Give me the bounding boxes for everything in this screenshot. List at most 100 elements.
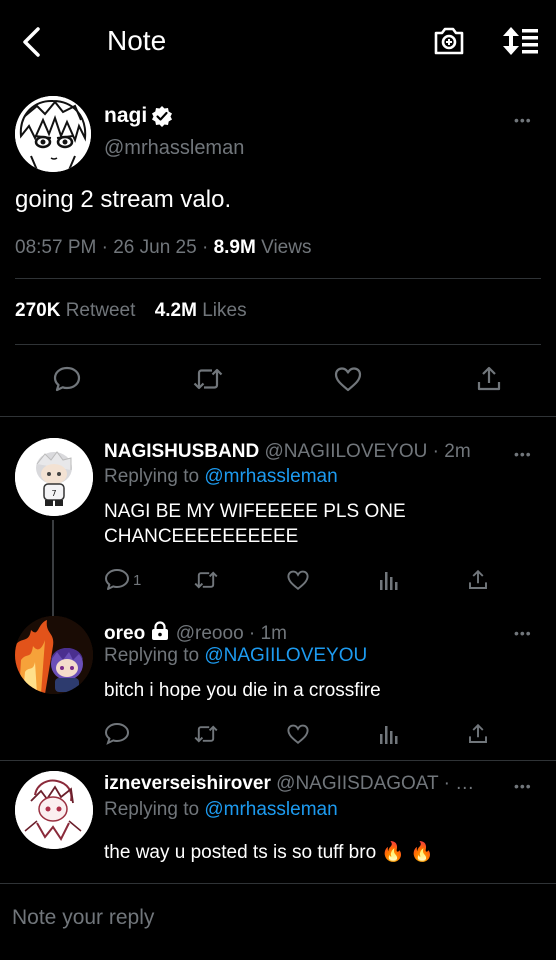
heart-icon (287, 570, 309, 591)
share-icon (469, 569, 487, 589)
retweet-icon (194, 571, 218, 589)
tweet-meta: 08:57 PM · 26 Jun 25 · 8.9M Views (15, 237, 311, 259)
tweet-stats: 270K Retweet 4.2M Likes (15, 300, 247, 322)
replying-to-handle[interactable]: @mrhassleman (204, 466, 337, 487)
divider (15, 344, 541, 345)
plush-avatar-icon: 7 (15, 438, 93, 516)
meta-separator: · (201, 237, 214, 258)
replying-to: Replying to @NAGIILOVEYOU (104, 645, 367, 667)
reply-text: bitch i hope you die in a crossfire (104, 680, 381, 701)
views-count: 8.9M (213, 237, 256, 258)
likes-stat[interactable]: 4.2M Likes (155, 300, 247, 321)
views-button[interactable] (378, 722, 400, 746)
more-options-icon[interactable]: ••• (514, 446, 532, 462)
svg-text:7: 7 (51, 489, 56, 498)
share-button[interactable] (474, 364, 504, 394)
avatar[interactable] (15, 616, 93, 694)
sort-button[interactable] (500, 25, 540, 57)
thread-line (52, 520, 54, 616)
views-button[interactable] (378, 568, 400, 592)
retweet-icon (193, 368, 223, 390)
reply-author-handle[interactable]: @NAGIISDAGOAT (276, 773, 438, 794)
reply-text: NAGI BE MY WIFEEEEE PLS ONE CHANCEEEEEEE… (104, 501, 406, 547)
reply-time: · 1m (248, 623, 287, 644)
reply-header: oreo @reooo · 1m (104, 621, 287, 645)
share-icon (469, 723, 487, 743)
reply-author-handle[interactable]: @NAGIILOVEYOU (264, 441, 427, 462)
reply-text: the way u posted ts is so tuff bro 🔥 🔥 (104, 842, 435, 863)
replying-to-handle[interactable]: @NAGIILOVEYOU (204, 645, 367, 666)
views-label: Views (261, 237, 312, 258)
reply-author-name[interactable]: izneverseishirover (104, 773, 271, 794)
lock-icon (152, 621, 169, 640)
analytics-icon (380, 572, 398, 590)
tweet-date: 26 Jun 25 (113, 237, 197, 258)
verified-badge-icon (152, 106, 173, 127)
retweets-stat[interactable]: 270K Retweet (15, 300, 135, 321)
reply-author-name[interactable]: NAGISHUSBAND (104, 441, 259, 462)
replying-to-label: Replying to (104, 799, 200, 820)
comment-icon (53, 366, 81, 392)
retweet-button[interactable] (191, 568, 221, 592)
reply-header: NAGISHUSBAND @NAGIILOVEYOU · 2m (104, 441, 471, 463)
retweet-button[interactable] (191, 364, 225, 394)
back-button[interactable] (20, 26, 44, 58)
reply-header: izneverseishirover @NAGIISDAGOAT · … (104, 773, 474, 795)
tweet-time: 08:57 PM (15, 237, 97, 258)
chevron-left-icon (23, 27, 40, 57)
likes-label: Likes (202, 300, 247, 321)
avatar[interactable] (15, 771, 93, 849)
more-options-icon[interactable]: ••• (514, 778, 532, 794)
camera-button[interactable] (432, 25, 466, 57)
divider (0, 416, 556, 417)
author-name[interactable]: nagi (104, 104, 173, 128)
like-button[interactable] (285, 722, 311, 746)
anime-avatar-icon (15, 96, 91, 172)
retweets-count: 270K (15, 300, 61, 321)
replying-to: Replying to @mrhassleman (104, 799, 338, 821)
page-title: Note (107, 25, 167, 56)
reply-author-name[interactable]: oreo (104, 623, 145, 644)
analytics-icon (380, 726, 398, 744)
tweet-actions (15, 362, 541, 398)
reply-time: · … (443, 773, 475, 794)
sort-icon (503, 27, 538, 55)
reply-author-handle[interactable]: @reooo (176, 623, 244, 644)
divider (15, 278, 541, 279)
replying-to-handle[interactable]: @mrhassleman (204, 799, 337, 820)
reply-button[interactable]: 1 (104, 568, 141, 592)
share-button[interactable] (466, 568, 490, 592)
share-icon (477, 366, 501, 391)
retweets-label: Retweet (65, 300, 136, 321)
author-handle[interactable]: @mrhassleman (104, 137, 244, 160)
more-options-icon[interactable]: ••• (514, 625, 532, 641)
reply-count: 1 (133, 571, 142, 589)
camera-icon (434, 27, 464, 55)
fire-character-avatar-icon (15, 616, 93, 694)
likes-count: 4.2M (154, 300, 197, 321)
reply-button[interactable] (52, 364, 82, 394)
meta-separator: · (101, 237, 114, 258)
heart-icon (334, 367, 362, 392)
heart-icon (287, 724, 309, 745)
retweet-button[interactable] (191, 722, 221, 746)
reply-time: · 2m (432, 441, 471, 462)
retweet-icon (194, 725, 218, 743)
reply-input[interactable]: Note your reply (12, 906, 154, 930)
divider (0, 760, 556, 761)
more-options-icon[interactable]: ••• (514, 112, 532, 128)
comment-icon (105, 569, 129, 590)
like-button[interactable] (285, 568, 311, 592)
reply-button[interactable] (104, 722, 130, 746)
like-button[interactable] (333, 364, 363, 394)
author-name-text: nagi (104, 104, 148, 127)
avatar[interactable] (15, 96, 91, 172)
tweet-text: going 2 stream valo. (15, 186, 232, 213)
comment-icon (104, 722, 130, 745)
replying-to: Replying to @mrhassleman (104, 466, 338, 488)
replying-to-label: Replying to (104, 645, 200, 666)
avatar[interactable]: 7 (15, 438, 93, 516)
sketch-avatar-icon (15, 771, 93, 849)
share-button[interactable] (466, 722, 490, 746)
replying-to-label: Replying to (104, 466, 200, 487)
